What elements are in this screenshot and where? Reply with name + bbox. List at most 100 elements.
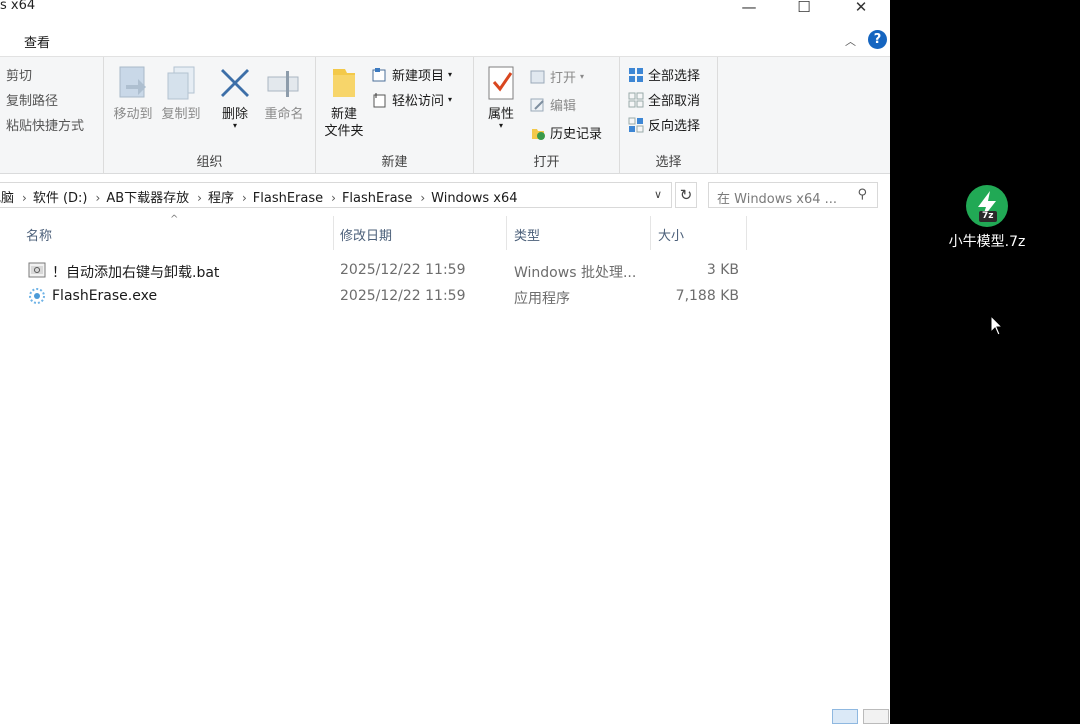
large-icons-view-icon[interactable] [863,709,889,724]
collapse-ribbon-icon[interactable]: ︿ [845,33,859,48]
easy-access-icon [373,92,386,107]
select-all-icon [629,67,643,82]
edit-icon [530,98,544,111]
easy-access-label: 轻松访问 [392,94,445,109]
search-placeholder: 在 Windows x64 ... [717,192,838,207]
file-size: 7,188 KB [675,288,739,304]
breadcrumb-item[interactable]: 程序 [208,191,234,206]
rename-label: 重命名 [264,107,304,122]
history-icon [532,128,545,140]
chevron-right-icon[interactable]: › [96,191,101,205]
bat-file-icon [28,262,46,278]
breadcrumb-item[interactable]: FlashErase [253,191,323,206]
organize-group-label: 组织 [196,155,223,170]
delete-button[interactable]: 删除 ▾ [212,65,258,130]
easy-access-button[interactable]: 轻松访问 ▾ [372,90,452,109]
new-folder-label-2: 文件夹 [324,124,364,139]
new-item-icon [372,67,386,81]
file-row[interactable]: ！自动添加右键与卸载.bat 2025/12/22 11:59 Windows … [0,258,760,284]
maximize-button[interactable]: ☐ [794,0,814,16]
column-header-modified[interactable]: 修改日期 [334,216,507,250]
chevron-right-icon[interactable]: › [420,191,425,205]
properties-dropdown-icon[interactable]: ▾ [478,122,524,130]
address-bar[interactable]: 电脑 › 软件 (D:) › AB下载器存放 › 程序 › FlashErase › FlashEr… [0,182,672,208]
cut-button[interactable]: 剪切 [6,65,32,84]
view-toggle [832,709,889,724]
mouse-cursor-icon [990,315,1004,336]
file-type: Windows 批处理... [514,265,637,281]
copy-to-button[interactable]: 复制到 [156,65,206,123]
address-dropdown-icon[interactable]: ∨ [654,188,662,201]
select-all-label: 全部选择 [648,69,701,84]
breadcrumb-item[interactable]: Windows x64 [431,191,517,206]
new-item-button[interactable]: 新建项目 ▾ [372,65,452,84]
column-type-label: 类型 [514,229,541,244]
new-folder-button[interactable]: 新建 文件夹 [320,65,368,140]
properties-icon [488,66,514,100]
file-explorer-window: s x64 — ☐ ✕ 查看 ︿ ? 剪切 复制路径 粘贴快捷方式 移动到 复制… [0,0,890,724]
refresh-button[interactable]: ↻ [675,182,697,208]
close-button[interactable]: ✕ [851,0,871,16]
edit-button[interactable]: 编辑 [530,95,576,114]
breadcrumb: 电脑 › 软件 (D:) › AB下载器存放 › 程序 › FlashErase › FlashEr… [0,187,524,206]
column-header-size[interactable]: 大小 [651,216,747,250]
copy-path-button[interactable]: 复制路径 [6,90,58,109]
minimize-button[interactable]: — [739,0,759,16]
open-icon [530,70,545,83]
help-icon[interactable]: ? [868,30,887,49]
rename-button[interactable]: 重命名 [258,65,310,123]
file-modified: 2025/12/22 11:59 [340,288,466,304]
breadcrumb-item[interactable]: FlashErase [342,191,412,206]
column-name-label: 名称 [26,229,53,244]
delete-icon [221,69,249,97]
column-header-name[interactable]: 名称 [0,216,334,250]
chevron-right-icon[interactable]: › [22,191,27,205]
open-button[interactable]: 打开 ▾ [530,67,584,86]
properties-button[interactable]: 属性 ▾ [478,65,524,130]
column-header-type[interactable]: 类型 [507,216,651,250]
column-divider[interactable] [746,216,747,250]
copy-to-icon [167,66,195,100]
ribbon: 剪切 复制路径 粘贴快捷方式 移动到 复制到 删除 ▾ 重命名 组织 新建 文件… [0,56,890,174]
select-all-button[interactable]: 全部选择 [628,65,700,84]
new-folder-label-1: 新建 [330,107,357,122]
column-size-label: 大小 [658,229,685,244]
new-group-label: 新建 [381,155,408,170]
ribbon-tabs: 查看 ︿ ? [0,26,890,54]
copy-to-label: 复制到 [161,107,201,122]
new-item-dropdown-icon: ▾ [448,70,453,79]
move-to-label: 移动到 [113,107,153,122]
copy-path-label: 复制路径 [6,94,59,109]
new-group: 新建 文件夹 新建项目 ▾ 轻松访问 ▾ 新建 [316,57,474,174]
details-view-icon[interactable] [832,709,858,724]
history-label: 历史记录 [550,127,603,142]
chevron-right-icon[interactable]: › [242,191,247,205]
select-none-label: 全部取消 [648,94,701,109]
file-size: 3 KB [706,262,739,278]
search-box[interactable]: 在 Windows x64 ... ⚲ [708,182,878,208]
select-group-label: 选择 [655,155,682,170]
breadcrumb-item[interactable]: AB下载器存放 [106,191,189,206]
move-to-button[interactable]: 移动到 [108,65,158,123]
breadcrumb-item[interactable]: 软件 (D:) [33,191,88,206]
open-group: 属性 ▾ 打开 ▾ 编辑 历史记录 打开 [474,57,620,174]
desktop-file-icon[interactable]: 7z 小牛模型.7z [945,185,1029,251]
archive-tag: 7z [979,211,997,222]
paste-shortcut-button[interactable]: 粘贴快捷方式 [6,115,84,134]
paste-shortcut-label: 粘贴快捷方式 [6,119,85,134]
invert-selection-button[interactable]: 反向选择 [628,115,700,134]
tab-view[interactable]: 查看 [24,32,50,51]
title-bar: s x64 — ☐ ✕ [0,0,890,20]
file-row[interactable]: FlashErase.exe 2025/12/22 11:59 应用程序 7,1… [0,284,760,310]
history-button[interactable]: 历史记录 [530,123,602,142]
search-icon[interactable]: ⚲ [857,187,867,202]
breadcrumb-item[interactable]: 电脑 [0,191,14,206]
chevron-right-icon[interactable]: › [197,191,202,205]
easy-access-dropdown-icon: ▾ [448,95,453,104]
select-none-button[interactable]: 全部取消 [628,90,700,109]
organize-group: 移动到 复制到 删除 ▾ 重命名 组织 [104,57,316,174]
invert-selection-label: 反向选择 [648,119,701,134]
chevron-right-icon[interactable]: › [331,191,336,205]
delete-dropdown-icon[interactable]: ▾ [212,122,258,130]
select-none-icon [628,92,644,107]
